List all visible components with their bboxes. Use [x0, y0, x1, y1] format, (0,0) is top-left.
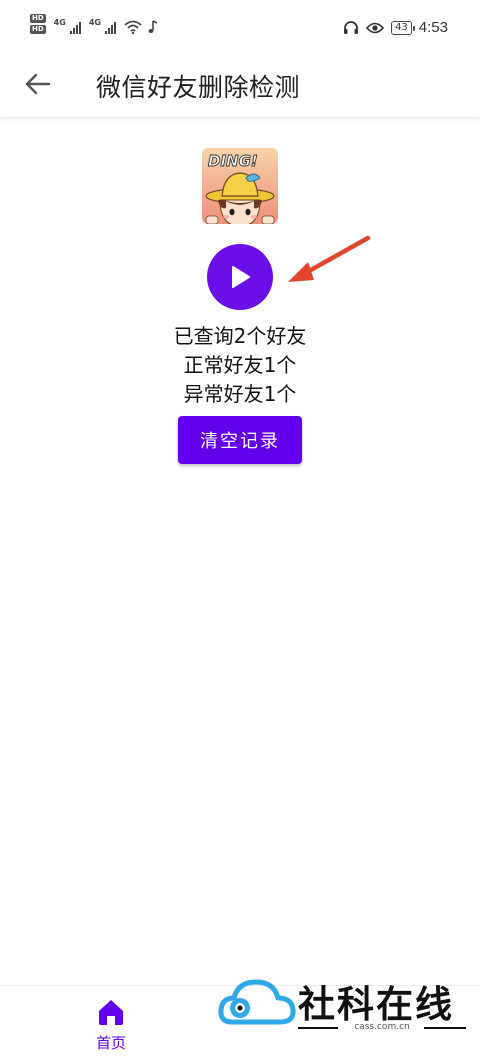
signal-icon-2: [104, 20, 116, 34]
watermark-url: cass.com.cn: [354, 1022, 410, 1032]
network-type-2: 4G: [88, 18, 101, 27]
battery-icon: 43: [391, 20, 415, 35]
clear-records-button[interactable]: 清空记录: [178, 416, 302, 464]
eye-icon: [366, 22, 385, 33]
hd-badges: HD HD: [30, 14, 46, 34]
watermark-brand: 社科在线: [298, 983, 454, 1026]
page-title: 微信好友删除检测: [96, 73, 301, 102]
signal-icon: [69, 20, 81, 34]
abnormal-count-text: 异常好友1个: [183, 382, 297, 406]
play-icon: [232, 266, 250, 288]
red-arrow-annotation: [288, 235, 371, 282]
hd-badge-2: HD: [30, 25, 46, 34]
app-avatar-image: DING!: [202, 148, 278, 224]
status-bar: HD HD 4G 4G 43 4:53: [0, 0, 480, 56]
music-note-icon: [148, 20, 158, 33]
headphones-icon: [344, 21, 359, 34]
status-left: HD HD 4G 4G: [30, 14, 158, 34]
ding-badge-text: DING!: [208, 152, 258, 170]
detection-stats: 已查询2个好友 正常好友1个 异常好友1个: [0, 322, 480, 409]
app-screen: HD HD 4G 4G 43 4:53 微信好友删除检测 DING! 已查询2个…: [0, 0, 480, 1061]
network-type-1: 4G: [53, 18, 66, 27]
app-bar: 微信好友删除检测: [0, 56, 480, 118]
queried-count-text: 已查询2个好友: [173, 324, 307, 348]
status-right: 43 4:53: [343, 19, 448, 36]
normal-count-text: 正常好友1个: [183, 353, 297, 377]
nav-item-home[interactable]: 首页: [78, 998, 144, 1058]
hd-badge-1: HD: [30, 14, 46, 23]
site-watermark: 社科在线 cass.com.cn: [218, 972, 480, 1044]
avatar-illustration: DING!: [202, 148, 278, 224]
cloud-logo-icon: [218, 979, 296, 1025]
back-arrow-icon: [25, 73, 51, 95]
status-time: 4:53: [418, 19, 448, 36]
home-icon: [99, 1000, 123, 1025]
wifi-icon: [124, 20, 142, 34]
start-detection-button[interactable]: [207, 244, 273, 310]
nav-home-label: 首页: [95, 1034, 126, 1052]
back-button[interactable]: [20, 66, 56, 102]
